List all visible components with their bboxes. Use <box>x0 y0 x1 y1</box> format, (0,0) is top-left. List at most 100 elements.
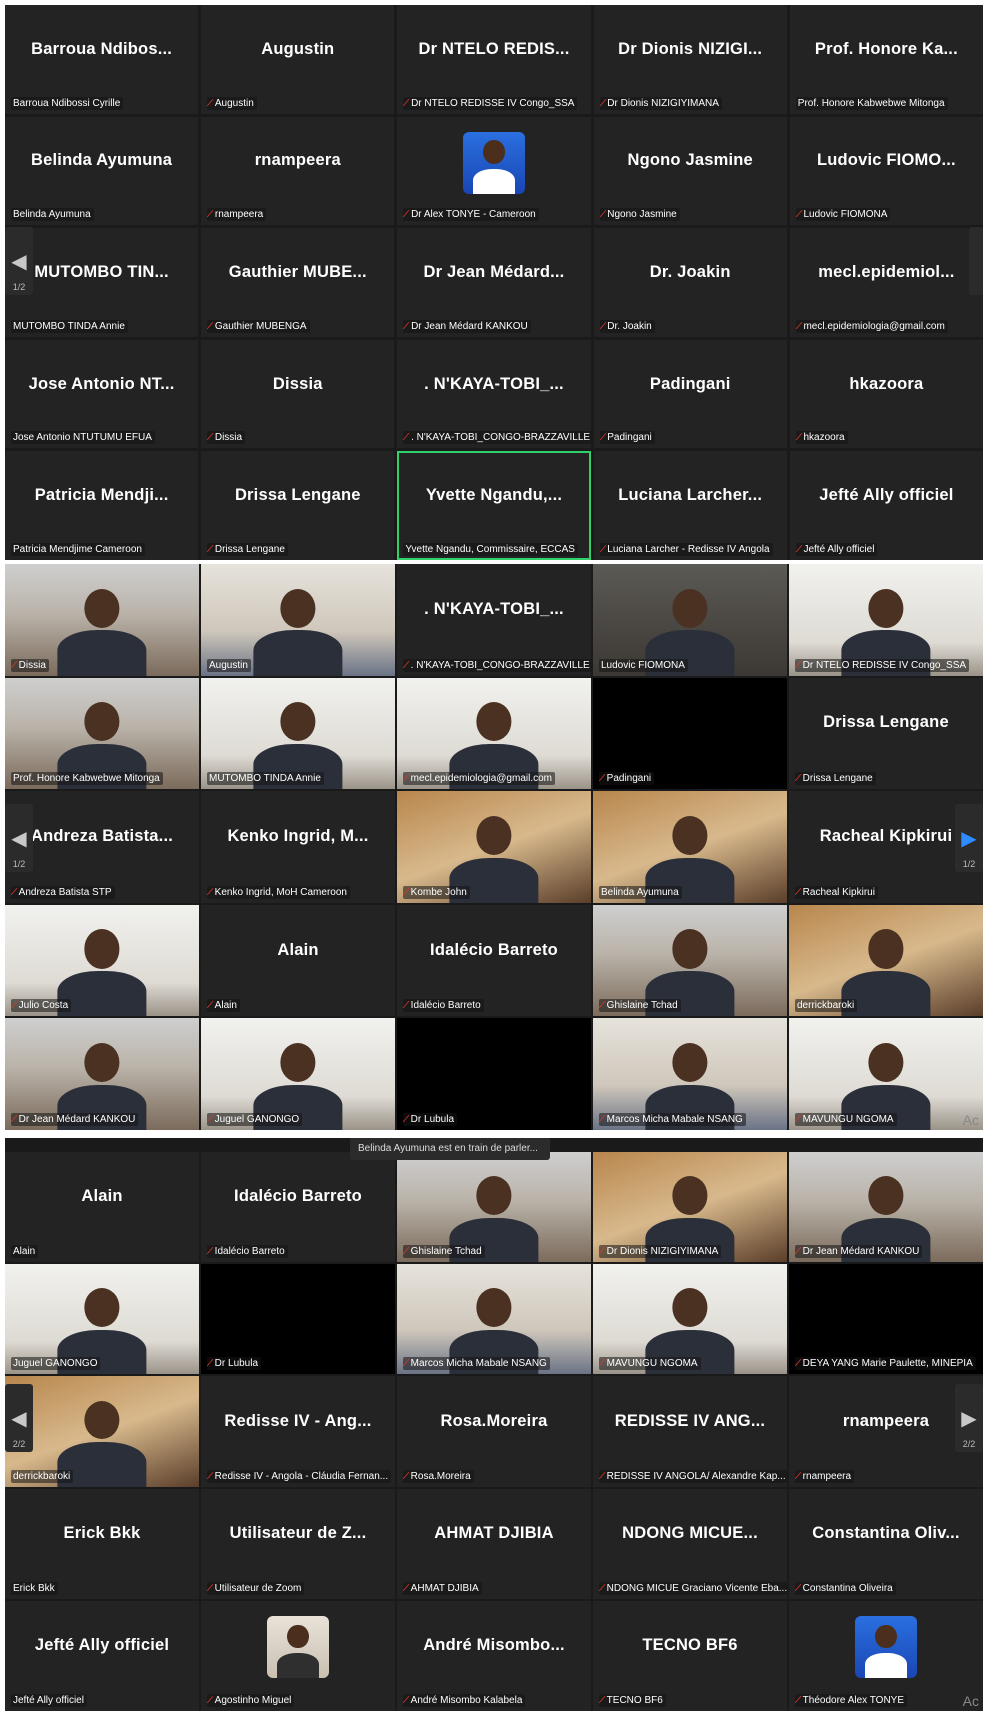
participant-tile[interactable]: Belinda Ayumuna Belinda Ayumuna <box>5 116 199 226</box>
participant-tile[interactable]: Alain ∕ Alain <box>201 904 395 1017</box>
participant-tile[interactable]: . N'KAYA-TOBI_... ∕. N'KAYA-TOBI_CONGO-BR… <box>397 564 591 676</box>
participant-tile[interactable]: NDONG MICUE... ∕ NDONG MICUE Graciano Vice… <box>593 1488 787 1599</box>
participant-tile[interactable]: ∕ Padingani <box>593 677 787 790</box>
participant-name-label: ∕. N'KAYA-TOBI_CONGO-BRAZZAVILLE <box>403 431 591 445</box>
participant-tile[interactable]: Dr NTELO REDIS... ∕ Dr NTELO REDISSE IV Co… <box>397 5 591 114</box>
participant-name-label: ∕ Racheal Kipkirui <box>795 885 878 899</box>
participant-tile[interactable]: Jefté Ally officiel ∕ Jefté Ally officiel <box>789 451 983 560</box>
participant-tile[interactable]: ∕ Dissia <box>5 564 199 676</box>
participant-tile[interactable]: Ludovic FIOMO... ∕ Ludovic FIOMONA <box>789 116 983 226</box>
prev-page-button[interactable]: ◀ 1/2 <box>5 804 33 872</box>
participant-tile[interactable]: MUTOMBO TIN... MUTOMBO TINDA Annie <box>5 228 199 337</box>
participant-display-name: REDISSE IV ANG... <box>614 1411 766 1430</box>
participant-tile[interactable]: Constantina Oliv... ∕ Constantina Oliveira <box>789 1488 983 1599</box>
participant-tile[interactable]: AHMAT DJIBIA ∕ AHMAT DJIBIA <box>397 1488 591 1599</box>
participant-name-text: Jose Antonio NTUTUMU EFUA <box>13 432 152 444</box>
participant-name-text: Dr Jean Médard KANKOU <box>802 1246 920 1258</box>
participant-tile[interactable]: ∕ Ghislaine Tchad <box>397 1152 591 1263</box>
next-page-button[interactable]: ▶ 1/2 <box>955 804 983 872</box>
participant-tile[interactable]: TECNO BF6 ∕ TECNO BF6 <box>593 1600 787 1711</box>
participant-tile[interactable]: Prof. Honore Ka... Prof. Honore Kabwebwe … <box>789 5 983 114</box>
participant-tile[interactable]: . N'KAYA-TOBI_... ∕. N'KAYA-TOBI_CONGO-BR… <box>397 339 591 449</box>
participant-tile[interactable]: ∕ Juguel GANONGO <box>201 1018 395 1130</box>
prev-page-button[interactable]: ◀ 2/2 <box>5 1384 33 1452</box>
participant-tile[interactable]: Erick Bkk Erick Bkk <box>5 1488 199 1599</box>
participant-tile[interactable]: ∕ Dr Lubula <box>201 1264 395 1375</box>
participant-tile[interactable]: ∕ Agostinho Miguel <box>201 1600 395 1711</box>
participant-tile[interactable]: Juguel GANONGO <box>5 1264 199 1375</box>
participant-display-name: rnampeera <box>254 151 341 170</box>
participant-tile[interactable]: rnampeera ∕ rnampeera <box>201 116 395 226</box>
participant-tile[interactable]: Dr Dionis NIZIGI... ∕ Dr Dionis NIZIGIYIMA… <box>593 5 787 114</box>
muted-mic-icon: ∕ <box>796 543 801 555</box>
participant-tile[interactable]: ∕ Dr NTELO REDISSE IV Congo_SSA <box>789 564 983 676</box>
participant-tile[interactable]: Luciana Larcher... ∕ Luciana Larcher - Red… <box>593 451 787 560</box>
participant-tile[interactable]: Barroua Ndibos... Barroua Ndibossi Cyrill… <box>5 5 199 114</box>
muted-mic-icon: ∕ <box>599 1470 604 1482</box>
participant-tile[interactable]: Ludovic FIOMONA <box>593 564 787 676</box>
participant-tile[interactable]: rnampeera ∕ rnampeera <box>789 1376 983 1487</box>
muted-mic-icon: ∕ <box>207 1113 212 1125</box>
participant-tile[interactable]: Patricia Mendji... Patricia Mendjime Came… <box>5 451 199 560</box>
participant-tile[interactable]: Augustin ∕ Augustin <box>201 5 395 114</box>
head-shape <box>672 1042 708 1083</box>
participant-tile[interactable]: ∕ Julio Costa <box>5 904 199 1017</box>
participant-tile[interactable]: Gauthier MUBE... ∕ Gauthier MUBENGA <box>201 228 395 337</box>
participant-name-text: . N'KAYA-TOBI_CONGO-BRAZZAVILLE <box>411 432 591 444</box>
participant-tile[interactable]: mecl.epidemiol... ∕ mecl.epidemiologia@gma… <box>789 228 983 337</box>
participant-tile[interactable]: ∕ Dr Alex TONYE - Cameroon <box>397 116 591 226</box>
next-page-button[interactable]: ▶ 2/2 <box>955 1384 983 1452</box>
participant-tile[interactable]: ∕ Dr Lubula <box>397 1018 591 1130</box>
participant-tile[interactable]: ∕ Ghislaine Tchad <box>593 904 787 1017</box>
participant-tile[interactable]: hkazoora ∕ hkazoora <box>789 339 983 449</box>
participant-tile[interactable]: André Misombo... ∕ André Misombo Kalabela <box>397 1600 591 1711</box>
participant-tile[interactable]: Redisse IV - Ang... ∕ Redisse IV - Angola … <box>201 1376 395 1487</box>
participant-tile[interactable]: Jose Antonio NT... Jose Antonio NTUTUMU E… <box>5 339 199 449</box>
participant-tile[interactable]: Rosa.Moreira ∕ Rosa.Moreira <box>397 1376 591 1487</box>
participant-tile[interactable]: Dissia ∕ Dissia <box>201 339 395 449</box>
participant-tile[interactable]: ∕ Dr Dionis NIZIGIYIMANA <box>593 1152 787 1263</box>
participant-tile[interactable]: Yvette Ngandu,... Yvette Ngandu, Commissa… <box>397 451 591 560</box>
participant-name-text: Dissia <box>18 659 46 671</box>
participant-tile[interactable]: REDISSE IV ANG... ∕ REDISSE IV ANGOLA/ Ale… <box>593 1376 787 1487</box>
participant-tile[interactable]: ∕ Kombe John <box>397 791 591 903</box>
next-page-button[interactable] <box>969 227 983 295</box>
participant-tile[interactable]: ∕ mecl.epidemiologia@gmail.com <box>397 677 591 790</box>
participant-tile[interactable]: Kenko Ingrid, M... ∕ Kenko Ingrid, MoH Cam… <box>201 791 395 903</box>
participant-tile[interactable]: MUTOMBO TINDA Annie <box>201 677 395 790</box>
prev-page-button[interactable]: ◀ 1/2 <box>5 227 33 295</box>
participant-display-name: Ngono Jasmine <box>627 151 753 170</box>
participant-tile[interactable]: Prof. Honore Kabwebwe Mitonga <box>5 677 199 790</box>
participant-tile[interactable]: Drissa Lengane ∕ Drissa Lengane <box>789 677 983 790</box>
participant-tile[interactable]: Utilisateur de Z... ∕ Utilisateur de Zoom <box>201 1488 395 1599</box>
participant-name-label: ∕ Dr Lubula <box>403 1112 458 1126</box>
participant-tile[interactable]: ∕ Théodore Alex TONYE <box>789 1600 983 1711</box>
participant-name-label: ∕ Kenko Ingrid, MoH Cameroon <box>207 885 350 899</box>
participant-tile[interactable]: ∕ Marcos Micha Mabale NSANG <box>397 1264 591 1375</box>
participant-tile[interactable]: Racheal Kipkirui ∕ Racheal Kipkirui <box>789 791 983 903</box>
participant-tile[interactable]: ∕ Marcos Micha Mabale NSANG <box>593 1018 787 1130</box>
participant-tile[interactable]: ∕ Dr Jean Médard KANKOU <box>789 1152 983 1263</box>
participant-tile[interactable]: ∕ DEYA YANG Marie Paulette, MINEPIA <box>789 1264 983 1375</box>
participant-tile[interactable]: Idalécio Barreto ∕ Idalécio Barreto <box>201 1152 395 1263</box>
participant-tile[interactable]: ∕ Dr Jean Médard KANKOU <box>5 1018 199 1130</box>
participant-name-text: Dr Jean Médard KANKOU <box>411 320 528 332</box>
participant-tile[interactable]: derrickbaroki <box>789 904 983 1017</box>
participant-tile[interactable]: Dr Jean Médard... ∕ Dr Jean Médard KANKOU <box>397 228 591 337</box>
participant-tile[interactable]: Alain Alain <box>5 1152 199 1263</box>
participant-tile[interactable]: Jefté Ally officiel Jefté Ally officiel <box>5 1600 199 1711</box>
participant-tile[interactable]: Belinda Ayumuna <box>593 791 787 903</box>
participant-tile[interactable]: ∕ MAVUNGU NGOMA <box>593 1264 787 1375</box>
muted-mic-icon: ∕ <box>11 886 16 898</box>
participant-tile[interactable]: ∕ MAVUNGU NGOMA <box>789 1018 983 1130</box>
participant-tile[interactable]: Andreza Batista... ∕ Andreza Batista STP <box>5 791 199 903</box>
participant-tile[interactable]: derrickbaroki <box>5 1376 199 1487</box>
participant-tile[interactable]: Dr. Joakin ∕ Dr. Joakin <box>593 228 787 337</box>
participant-name-label: Augustin <box>207 658 251 672</box>
participant-tile[interactable]: Padingani ∕ Padingani <box>593 339 787 449</box>
participant-tile[interactable]: Ngono Jasmine ∕ Ngono Jasmine <box>593 116 787 226</box>
participant-tile[interactable]: Augustin <box>201 564 395 676</box>
participant-tile[interactable]: Idalécio Barreto ∕ Idalécio Barreto <box>397 904 591 1017</box>
participant-tile[interactable]: Drissa Lengane ∕ Drissa Lengane <box>201 451 395 560</box>
participant-name-text: Ngono Jasmine <box>607 209 677 221</box>
